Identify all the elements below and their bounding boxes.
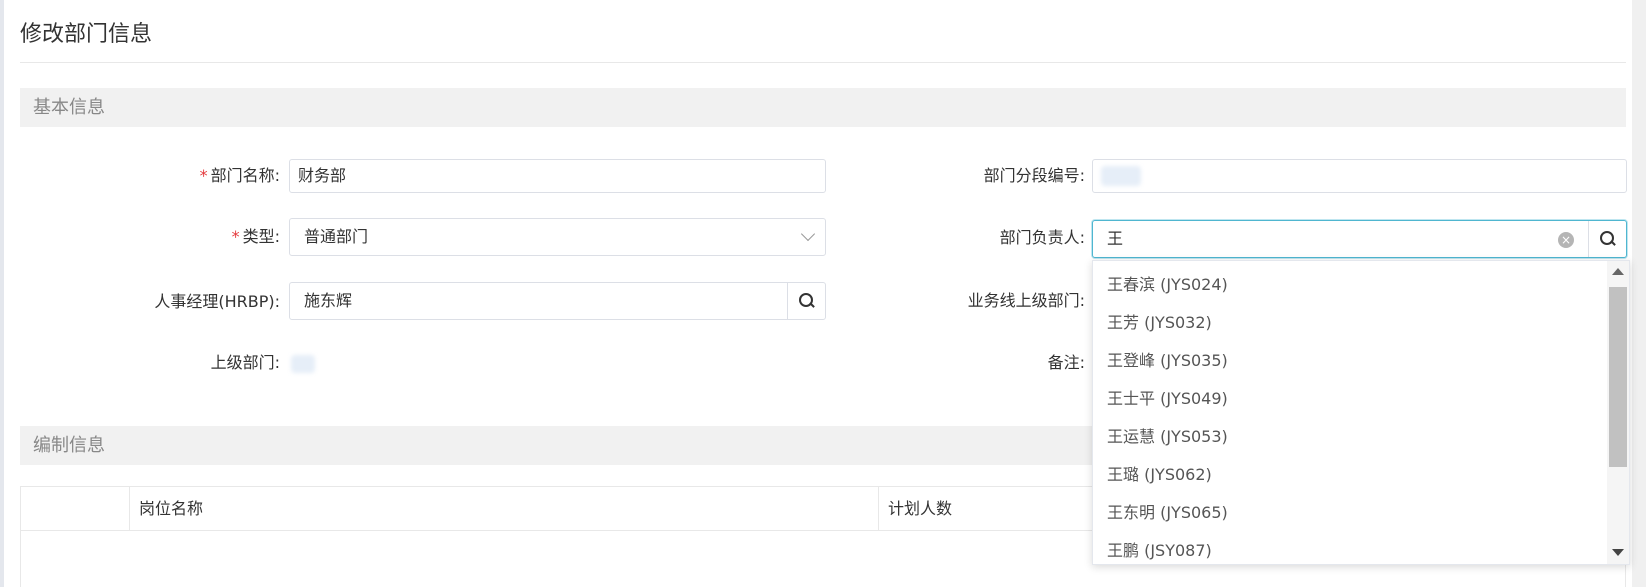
redacted-parent-dept [291,355,315,373]
dropdown-option[interactable]: 王东明 (JYS065) [1107,494,1228,532]
dropdown-option[interactable]: 王璐 (JYS062) [1107,456,1212,494]
manager-value: 王 [1107,229,1124,248]
dropdown-option[interactable]: 王运慧 (JYS053) [1107,418,1228,456]
page-scrollbar[interactable] [1632,0,1646,587]
dropdown-option[interactable]: 王春滨 (JYS024) [1107,266,1228,304]
scroll-thumb[interactable] [1609,287,1627,467]
biz-parent-label: 业务线上级部门: [967,291,1085,310]
dropdown-scrollbar[interactable] [1607,261,1629,564]
table-header-plan-count: 计划人数 [888,499,953,518]
segment-code-input[interactable] [1092,159,1627,193]
page-title: 修改部门信息 [20,22,153,47]
table-header-checkbox [21,487,129,531]
dept-name-value: 财务部 [298,166,347,185]
dept-name-input[interactable]: 财务部 [289,159,826,193]
dropdown-option[interactable]: 王鹏 (JSY087) [1107,532,1212,564]
manager-search-input[interactable]: 王 × [1092,220,1627,258]
segment-code-label: 部门分段编号: [983,166,1085,185]
dropdown-option[interactable]: 王芳 (JYS032) [1107,304,1212,342]
section-header-basic: 基本信息 [20,88,1626,127]
left-edge [0,0,4,587]
search-icon [1599,231,1616,247]
type-label: * 类型: [231,227,280,246]
table-header-position: 岗位名称 [139,499,204,518]
title-divider [20,62,1626,63]
manager-dropdown[interactable]: 王春滨 (JYS024) 王芳 (JYS032) 王登峰 (JYS035) 王士… [1092,260,1630,565]
hrbp-search-button[interactable] [787,283,825,319]
type-value: 普通部门 [304,227,369,246]
scroll-down-icon[interactable] [1612,549,1624,556]
manager-search-button[interactable] [1588,221,1626,257]
parent-dept-label: 上级部门: [210,353,280,372]
hrbp-input[interactable]: 施东辉 [289,282,826,320]
required-mark: * [231,227,240,246]
remark-label: 备注: [1047,353,1085,372]
dropdown-option[interactable]: 王士平 (JYS049) [1107,380,1228,418]
dropdown-option[interactable]: 王登峰 (JYS035) [1107,342,1228,380]
clear-icon[interactable]: × [1558,232,1574,248]
hrbp-value: 施东辉 [304,291,353,310]
search-icon [798,293,815,309]
redacted-value [1101,166,1141,186]
type-select[interactable]: 普通部门 [289,218,826,256]
required-mark: * [199,166,208,185]
scroll-up-icon[interactable] [1612,268,1624,275]
manager-label: 部门负责人: [999,228,1085,247]
hrbp-label: 人事经理(HRBP): [154,292,280,311]
chevron-down-icon [800,226,816,242]
dept-name-label: * 部门名称: [199,166,280,185]
